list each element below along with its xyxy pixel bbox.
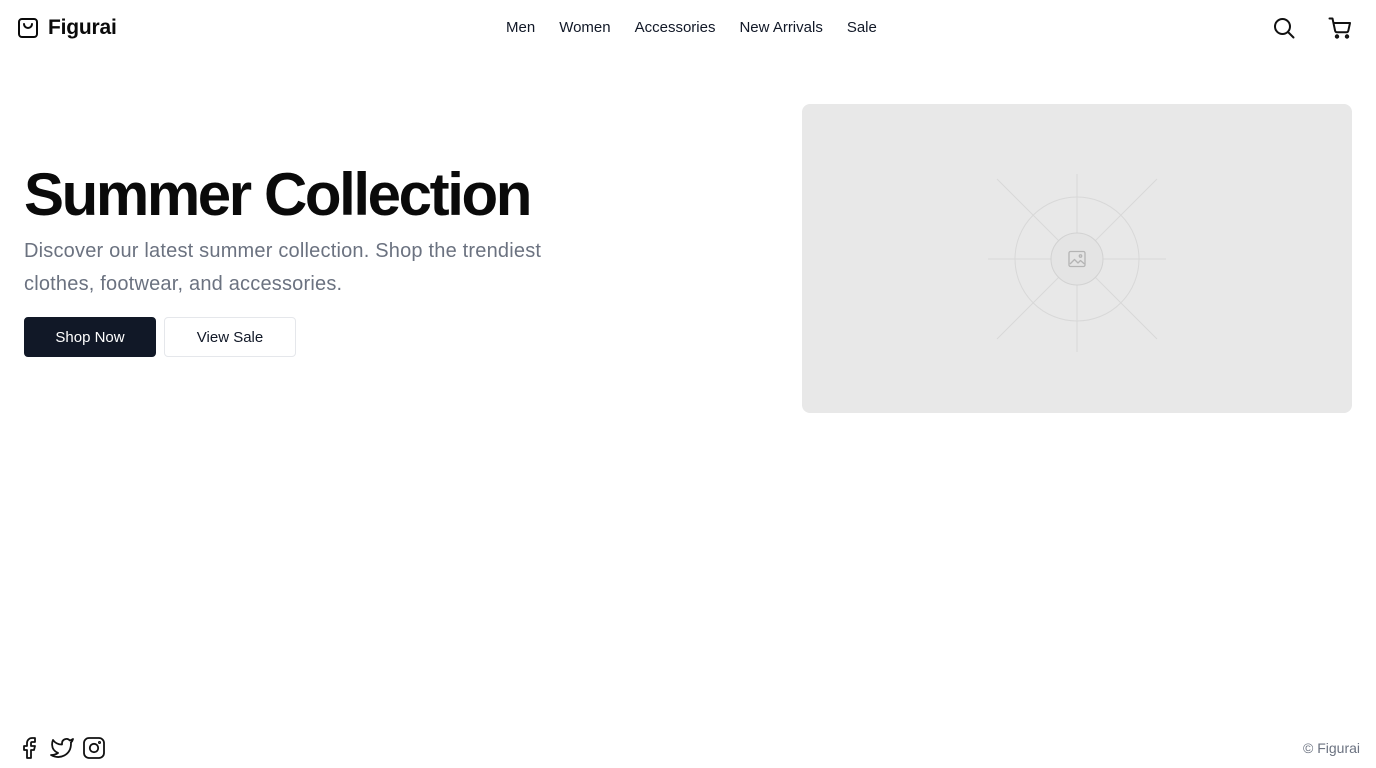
header-actions [1272,16,1352,40]
social-links [18,736,106,760]
facebook-icon [18,736,42,760]
facebook-link[interactable] [18,736,42,760]
page: Figurai Men Women Accessories New Arriva… [0,0,1376,768]
hero-image-placeholder [802,104,1352,413]
twitter-icon [50,736,74,760]
cart-button[interactable] [1328,16,1352,40]
twitter-link[interactable] [50,736,74,760]
main-nav: Men Women Accessories New Arrivals Sale [506,18,877,38]
hero-subtitle: Discover our latest summer collection. S… [24,240,542,295]
instagram-icon [82,736,106,760]
copyright-text: © Figurai [1303,740,1360,756]
view-sale-button[interactable]: View Sale [164,317,296,357]
nav-item-men[interactable]: Men [506,18,535,38]
nav-item-accessories[interactable]: Accessories [635,18,716,38]
nav-item-new-arrivals[interactable]: New Arrivals [739,18,822,38]
search-button[interactable] [1272,16,1296,40]
hero-section: Summer Collection Discover our latest su… [24,160,664,357]
shopping-cart-icon [1328,16,1352,40]
shop-now-button[interactable]: Shop Now [24,317,156,357]
hero-buttons: Shop Now View Sale [24,317,664,357]
nav-item-women[interactable]: Women [559,18,610,38]
search-icon [1272,16,1296,40]
site-header: Figurai Men Women Accessories New Arriva… [0,0,1376,56]
hero-title: Summer Collection [24,161,532,228]
nav-item-sale[interactable]: Sale [847,18,877,38]
brand-name: Figurai [48,16,117,39]
instagram-link[interactable] [82,736,106,760]
shopping-bag-icon [16,16,40,40]
brand-logo-link[interactable]: Figurai [16,14,117,42]
image-placeholder-graphic [988,174,1166,352]
